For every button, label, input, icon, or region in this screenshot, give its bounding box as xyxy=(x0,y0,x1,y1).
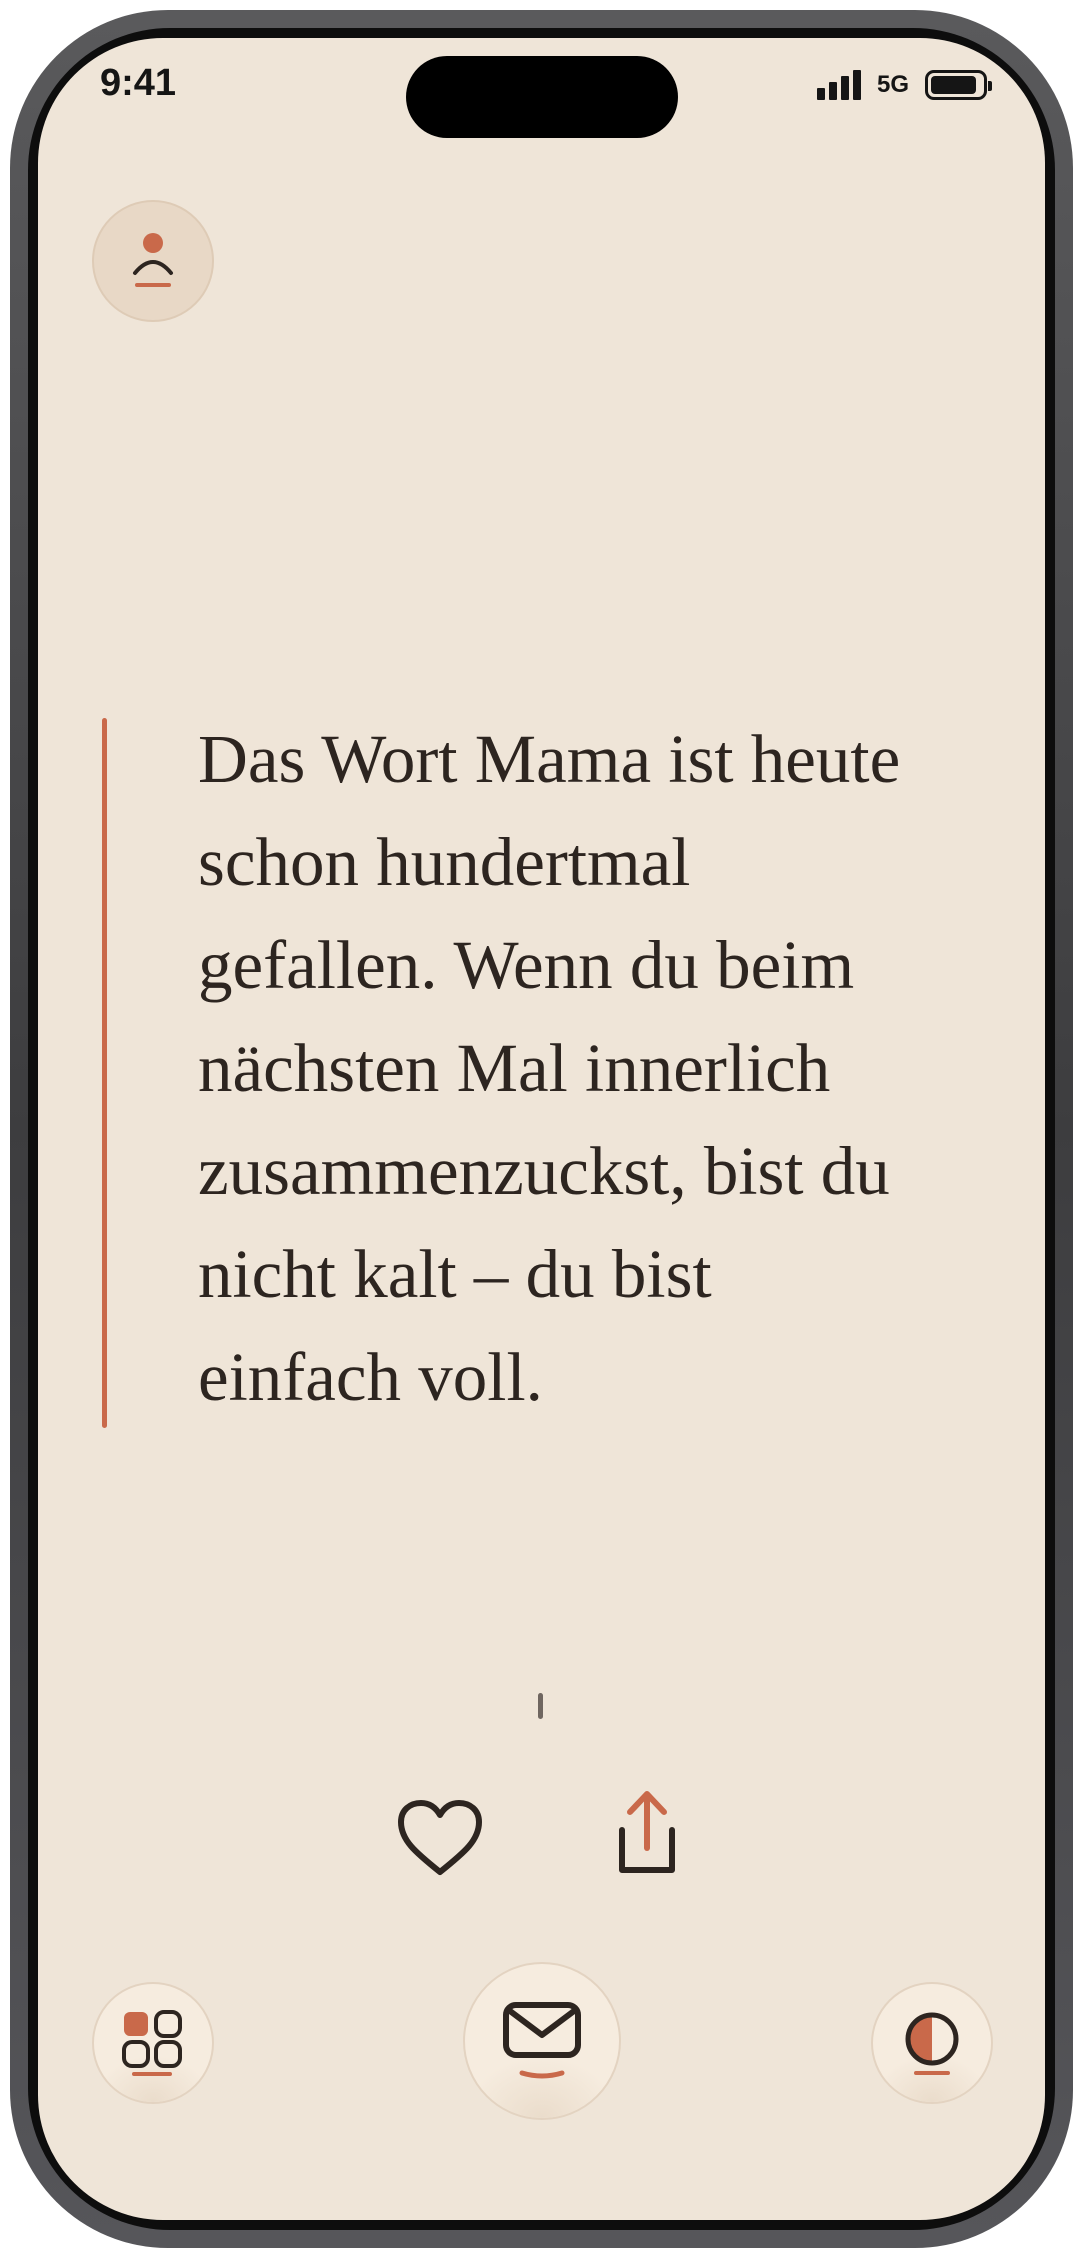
like-button[interactable] xyxy=(390,1793,490,1883)
contrast-icon xyxy=(905,2012,959,2075)
share-button[interactable] xyxy=(602,1783,692,1883)
quote-text: Das Wort Mama ist heute schon hundertmal… xyxy=(198,708,998,1429)
battery-icon xyxy=(925,70,992,100)
quote-line: nicht kalt – du bist xyxy=(198,1236,712,1312)
quote-line: Das Wort Mama ist heute xyxy=(198,721,901,797)
signal-icon xyxy=(816,70,861,100)
grid-icon xyxy=(122,2010,182,2076)
status-bar: 9:41 5G xyxy=(38,38,1045,158)
theme-toggle-button[interactable] xyxy=(871,1982,993,2104)
person-icon xyxy=(133,233,173,287)
app-screen: 9:41 5G Das Wort Mama ist heute schon hu… xyxy=(38,38,1045,2220)
collections-button[interactable] xyxy=(92,1982,214,2104)
quote-line: zusammenzuckst, bist du xyxy=(198,1133,890,1209)
messages-button[interactable] xyxy=(463,1962,621,2120)
quote-line: gefallen. Wenn du beim xyxy=(198,927,855,1003)
network-label: 5G xyxy=(876,71,909,98)
dynamic-island xyxy=(406,56,678,138)
quote-accent-rule xyxy=(102,718,107,1428)
quote-line: schon hundertmal xyxy=(198,824,691,900)
status-time: 9:41 xyxy=(100,62,177,104)
quote-line: nächsten Mal innerlich xyxy=(198,1030,831,1106)
scroll-indicator xyxy=(538,1693,543,1719)
quote-line: einfach voll. xyxy=(198,1339,543,1415)
mail-icon xyxy=(503,2002,581,2079)
profile-button[interactable] xyxy=(92,200,214,322)
share-icon xyxy=(619,1791,675,1873)
status-indicators: 5G xyxy=(816,70,992,100)
heart-icon xyxy=(398,1800,482,1875)
